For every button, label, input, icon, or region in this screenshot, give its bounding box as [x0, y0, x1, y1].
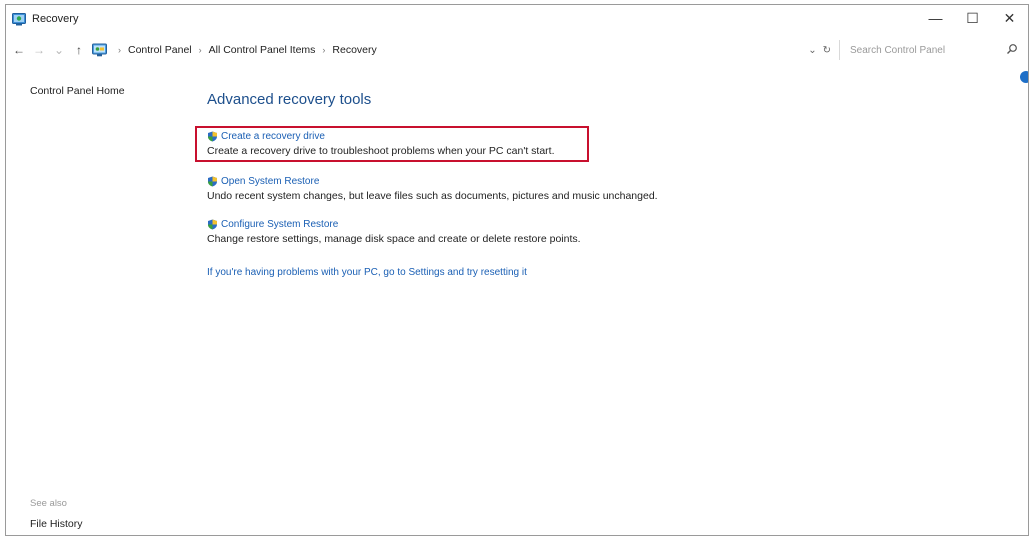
tool-description: Undo recent system changes, but leave fi…: [207, 190, 658, 202]
page-heading: Advanced recovery tools: [207, 91, 372, 108]
search-icon[interactable]: [1006, 43, 1018, 55]
recovery-window-icon: [12, 13, 26, 26]
create-recovery-drive-link[interactable]: Create a recovery drive: [207, 130, 555, 143]
breadcrumb-separator[interactable]: ›: [199, 45, 202, 55]
address-bar-row: ← → ⌄ ↑ › Control Panel › All Control Pa…: [6, 35, 1028, 65]
breadcrumb-control-panel[interactable]: Control Panel: [128, 44, 192, 56]
tool-link-label[interactable]: Configure System Restore: [221, 219, 338, 230]
control-panel-home-link[interactable]: Control Panel Home: [30, 85, 125, 97]
tool-item-configure-system-restore: Configure System Restore Change restore …: [207, 218, 581, 245]
tool-description: Change restore settings, manage disk spa…: [207, 233, 581, 245]
minimize-button[interactable]: —: [917, 5, 954, 31]
breadcrumb-all-items[interactable]: All Control Panel Items: [209, 44, 316, 56]
file-history-link[interactable]: File History: [30, 518, 83, 530]
breadcrumb[interactable]: › Control Panel › All Control Panel Item…: [92, 39, 808, 61]
address-actions: ⌄ ↻: [808, 45, 831, 56]
tool-link-label[interactable]: Open System Restore: [221, 176, 319, 187]
search-box[interactable]: [839, 40, 1020, 60]
tool-description: Create a recovery drive to troubleshoot …: [207, 145, 555, 157]
title-bar: Recovery — ☐ ✕: [6, 5, 1028, 33]
uac-shield-icon: [208, 219, 217, 230]
address-dropdown-button[interactable]: ⌄: [808, 45, 816, 56]
open-system-restore-link[interactable]: Open System Restore: [207, 175, 658, 188]
configure-system-restore-link[interactable]: Configure System Restore: [207, 218, 581, 231]
breadcrumb-separator[interactable]: ›: [322, 45, 325, 55]
up-button[interactable]: ↑: [72, 43, 86, 57]
breadcrumb-separator[interactable]: ›: [118, 45, 121, 55]
tool-item-open-system-restore: Open System Restore Undo recent system c…: [207, 175, 658, 202]
maximize-button[interactable]: ☐: [954, 5, 991, 31]
left-pane: Control Panel Home: [30, 85, 125, 97]
window-controls: — ☐ ✕: [917, 5, 1028, 33]
search-input[interactable]: [848, 43, 1002, 57]
recovery-window: Recovery — ☐ ✕ ← → ⌄ ↑ › Control Panel ›…: [5, 4, 1029, 536]
back-button[interactable]: ←: [12, 43, 26, 57]
uac-shield-icon: [208, 176, 217, 187]
tool-item-create-recovery-drive: Create a recovery drive Create a recover…: [207, 130, 555, 157]
window-title: Recovery: [32, 13, 79, 25]
reset-pc-link[interactable]: If you're having problems with your PC, …: [207, 267, 527, 278]
close-button[interactable]: ✕: [991, 5, 1028, 31]
refresh-button[interactable]: ↻: [823, 45, 831, 56]
forward-button[interactable]: →: [32, 43, 46, 57]
control-panel-icon: [92, 43, 107, 57]
main-content: Advanced recovery tools Create a recover…: [195, 91, 658, 278]
recent-locations-button[interactable]: ⌄: [52, 43, 66, 57]
breadcrumb-recovery[interactable]: Recovery: [332, 44, 376, 56]
see-also-label: See also: [30, 498, 67, 509]
tool-link-label[interactable]: Create a recovery drive: [221, 131, 325, 142]
help-icon[interactable]: [1020, 71, 1028, 83]
uac-shield-icon: [208, 131, 217, 142]
